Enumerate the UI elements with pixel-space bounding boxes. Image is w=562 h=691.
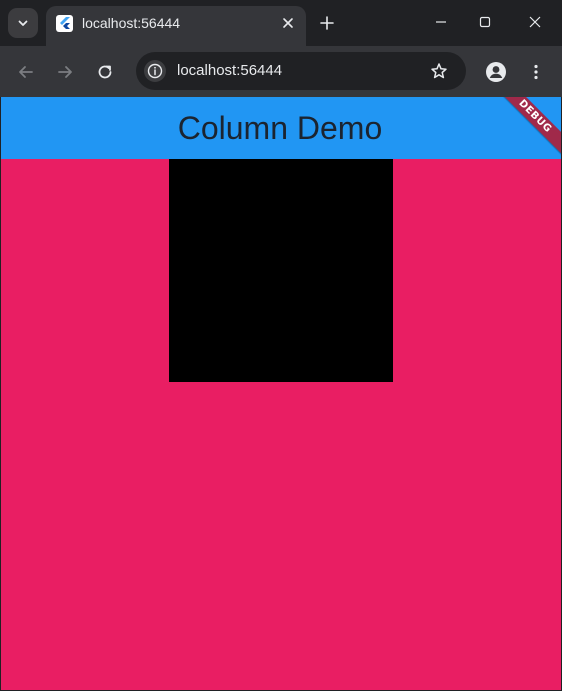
menu-button[interactable]	[522, 58, 550, 86]
app-bar: Column Demo	[1, 97, 561, 159]
more-vertical-icon	[534, 64, 538, 80]
browser-tab[interactable]: localhost:56444	[46, 6, 306, 46]
page-title: Column Demo	[177, 110, 383, 146]
arrow-right-icon	[58, 66, 72, 78]
tab-search-button[interactable]	[8, 8, 38, 38]
new-tab-button[interactable]	[316, 12, 338, 34]
app-page: Column Demo DEBUG	[1, 97, 561, 690]
tab-title: localhost:56444	[82, 15, 181, 31]
profile-icon	[486, 62, 506, 82]
back-button[interactable]	[12, 58, 40, 86]
plus-icon	[320, 16, 334, 30]
tab-close-button[interactable]	[278, 13, 298, 33]
browser-toolbar: localhost:56444	[0, 46, 562, 97]
address-bar[interactable]: localhost:56444	[136, 52, 466, 90]
maximize-button[interactable]	[462, 4, 508, 40]
site-info-button[interactable]	[144, 60, 166, 82]
minimize-icon	[436, 21, 446, 23]
bookmark-button[interactable]	[428, 60, 450, 82]
forward-button[interactable]	[51, 58, 79, 86]
tab-strip: localhost:56444	[0, 0, 562, 46]
close-icon	[529, 16, 541, 28]
minimize-button[interactable]	[418, 4, 464, 40]
flutter-favicon-icon	[56, 15, 73, 32]
reload-icon	[98, 65, 112, 79]
star-icon	[431, 63, 447, 79]
chevron-down-icon	[18, 20, 28, 26]
black-container	[169, 159, 393, 382]
close-icon	[283, 18, 293, 28]
info-icon	[147, 63, 163, 79]
window-close-button[interactable]	[512, 4, 558, 40]
url-text[interactable]: localhost:56444	[177, 62, 282, 80]
maximize-icon	[479, 16, 491, 28]
reload-button[interactable]	[91, 58, 119, 86]
browser-window: localhost:56444 localhost:56444 Column D…	[0, 0, 562, 691]
arrow-left-icon	[19, 66, 33, 78]
profile-button[interactable]	[482, 58, 510, 86]
